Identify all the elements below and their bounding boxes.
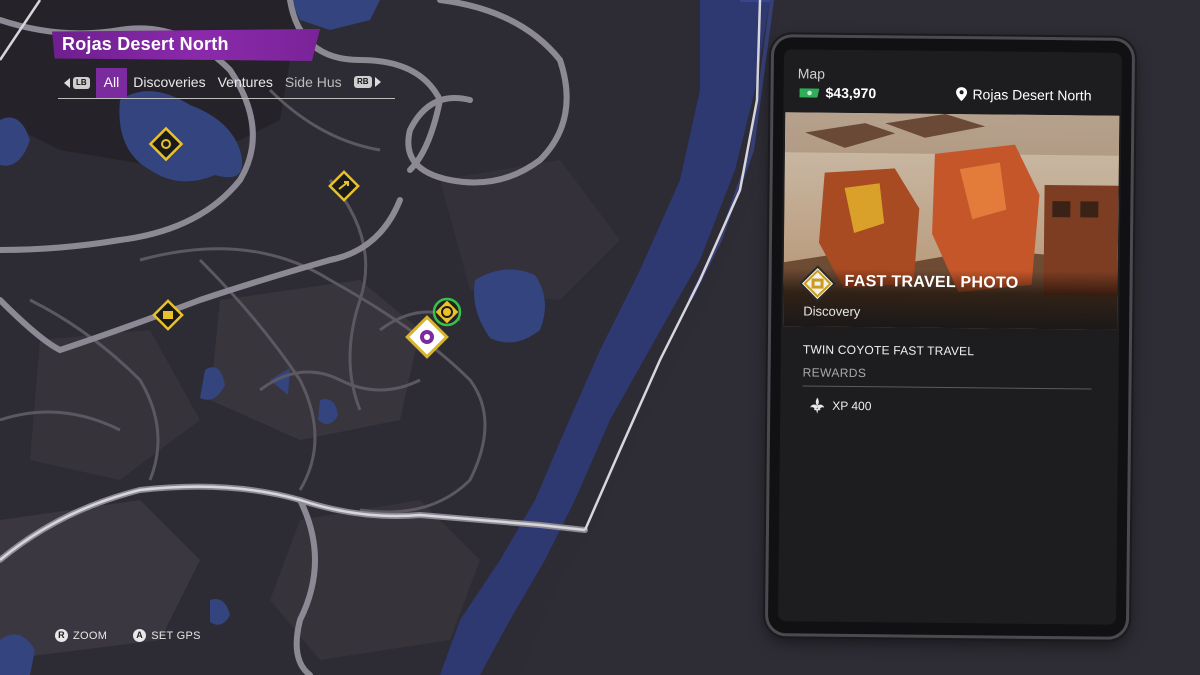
reward-text: XP 400 [832,398,872,414]
item-category: Discovery [803,303,861,320]
item-description: TWIN COYOTE FAST TRAVEL [802,342,975,359]
location-display: Rojas Desert North [955,86,1092,104]
tab-ventures[interactable]: Ventures [212,68,279,98]
a-button-icon: A [133,629,147,642]
tab-side-hustles[interactable]: Side Hus [279,68,348,98]
rewards-label: REWARDS [802,365,867,381]
target-marker[interactable] [432,297,462,327]
fleur-de-lis-icon [810,397,825,414]
tab-all[interactable]: All [95,68,128,98]
region-title-banner: Rojas Desert North [52,29,320,61]
money-amount: $43,970 [825,84,877,102]
zoom-hint[interactable]: R ZOOM [55,629,107,642]
item-title: FAST TRAVEL PHOTO [844,272,1019,292]
app-name: Map [797,65,826,82]
cash-icon [799,87,820,98]
fast-travel-icon [799,265,836,302]
set-gps-hint[interactable]: A SET GPS [133,629,201,642]
phone-screen: Map $43,970 Rojas Desert North FAST TRAV… [778,49,1122,625]
region-title: Rojas Desert North [62,34,229,54]
fast-travel-photo: FAST TRAVEL PHOTO Discovery [783,112,1120,330]
lb-button-icon[interactable]: LB [73,77,90,89]
location-name: Rojas Desert North [972,86,1092,104]
filter-bar: LB All Discoveries Ventures Side Hus RB [58,68,395,99]
phone-panel: Map $43,970 Rojas Desert North FAST TRAV… [767,37,1133,637]
tab-discoveries[interactable]: Discoveries [127,68,211,98]
rewards-divider [802,385,1092,390]
r-button-icon: R [55,629,68,642]
zoom-label: ZOOM [73,629,108,642]
set-gps-label: SET GPS [151,629,201,642]
reward-item: XP 400 [808,397,872,416]
chevron-right-icon[interactable] [374,77,381,87]
rb-button-icon[interactable]: RB [354,76,372,88]
location-pin-icon [956,87,968,102]
control-hints: R ZOOM A SET GPS [55,629,227,642]
chevron-left-icon[interactable] [64,78,70,88]
money-display: $43,970 [799,84,876,101]
